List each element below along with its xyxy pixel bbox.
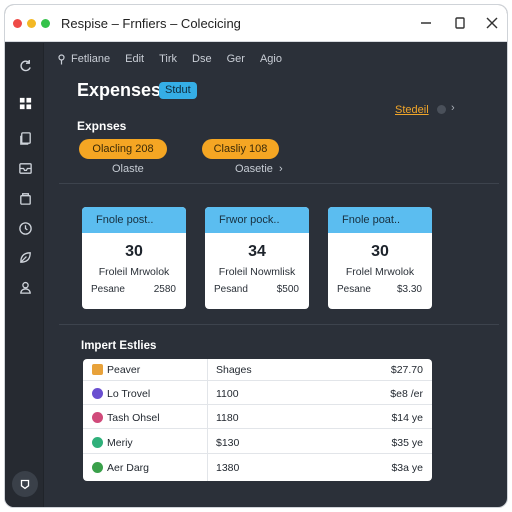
row-value: Shages (216, 364, 252, 376)
help-icon[interactable] (12, 471, 38, 497)
filter-button-2[interactable]: Clasliy 108 (202, 139, 279, 159)
category-icon (92, 462, 103, 473)
copy-icon[interactable] (14, 127, 36, 149)
minimize-icon[interactable] (417, 14, 435, 32)
sidebar (5, 43, 44, 507)
table-row[interactable]: Lo Trovel 1100 $e8 /er (83, 383, 432, 405)
row-amount: $14 ye (391, 412, 423, 424)
row-amount: $e8 /er (390, 388, 423, 400)
row-name: Meriy (107, 437, 133, 449)
person-icon[interactable] (14, 276, 36, 298)
box-icon[interactable] (14, 187, 36, 209)
expenses-table: Peaver Shages $27.70 Lo Trovel 1100 $e8 … (83, 359, 432, 481)
menu-item-agio[interactable]: Agio (260, 51, 282, 67)
chevron-right-icon[interactable]: › (451, 102, 455, 114)
refresh-icon[interactable] (14, 55, 36, 77)
menu-item-tirk[interactable]: Tirk (159, 51, 177, 67)
row-value: 1180 (216, 412, 239, 424)
card-footer-label: Pesane (91, 284, 125, 295)
inbox-icon[interactable] (14, 157, 36, 179)
category-icon (92, 364, 103, 375)
menu-item-file[interactable]: Fetliane (57, 51, 110, 67)
card-footer-label: Pesane (337, 284, 371, 295)
category-icon (92, 412, 103, 423)
filter-sub-label-2[interactable]: Oasetie › (235, 163, 283, 175)
summary-card[interactable]: Fnole poat.. 30 Frolel Mrwolok Pesane $3… (328, 207, 432, 309)
table-row[interactable]: Peaver Shages $27.70 (83, 359, 432, 381)
menu-item-edit[interactable]: Edit (125, 51, 144, 67)
summary-card[interactable]: Fnole post.. 30 Froleil Mrwolok Pesane 2… (82, 207, 186, 309)
card-subtitle: Froleil Mrwolok (98, 266, 170, 278)
menu-item-ger[interactable]: Ger (227, 51, 245, 67)
title-bar: Respise – Frnfiers – Colecicing (5, 5, 507, 42)
category-icon (92, 437, 103, 448)
divider (59, 324, 499, 325)
category-icon (92, 388, 103, 399)
pin-icon (58, 53, 65, 64)
card-value: 30 (125, 243, 143, 260)
divider (59, 183, 499, 184)
maximize-icon[interactable] (451, 14, 469, 32)
card-subtitle: Frolel Mrwolok (345, 266, 415, 278)
filter-sub-label-1[interactable]: Olaste (112, 163, 144, 175)
card-header: Fnole poat.. (328, 207, 432, 233)
card-value: 30 (371, 243, 389, 260)
chevron-right-icon: › (279, 163, 283, 175)
row-amount: $3a ye (391, 462, 423, 474)
page-title: Expenses (77, 80, 162, 100)
section-label: Expnses (77, 119, 127, 133)
summary-card[interactable]: Frwor pock.. 34 Froleil Nowmlisk Pesand … (205, 207, 309, 309)
row-value: 1100 (216, 388, 239, 400)
card-footer-value: 2580 (153, 284, 176, 295)
table-row[interactable]: Meriy $130 $35 ye (83, 432, 432, 454)
status-dot (437, 105, 446, 114)
row-amount: $27.70 (390, 364, 423, 376)
card-footer-value: $500 (276, 284, 299, 295)
row-name: Peaver (107, 364, 141, 376)
close-dot[interactable] (13, 19, 22, 28)
menu-item-dse[interactable]: Dse (192, 51, 212, 67)
card-footer-label: Pesand (214, 284, 248, 295)
row-value: $130 (216, 437, 240, 449)
leaf-icon[interactable] (14, 246, 36, 268)
window-title: Respise – Frnfiers – Colecicing (61, 16, 241, 31)
row-name: Lo Trovel (107, 388, 151, 400)
row-amount: $35 ye (391, 437, 423, 449)
card-header: Fnole post.. (82, 207, 186, 233)
app-window: Respise – Frnfiers – Colecicing Fetliane… (4, 4, 508, 508)
table-title: Impert Estlies (81, 340, 157, 352)
status-badge: Stdut (159, 82, 197, 99)
menu-item-label: Fetliane (71, 53, 111, 65)
filter-sub-text: Oasetie (235, 163, 273, 175)
card-value: 34 (248, 243, 266, 260)
row-name: Tash Ohsel (107, 412, 160, 424)
minimize-dot[interactable] (27, 19, 36, 28)
zoom-dot[interactable] (41, 19, 50, 28)
card-header: Frwor pock.. (205, 207, 309, 233)
close-icon[interactable] (483, 14, 501, 32)
row-name: Aer Darg (107, 462, 150, 474)
row-value: 1380 (216, 462, 240, 474)
filter-button-1[interactable]: Olacling 208 (79, 139, 167, 159)
clock-icon[interactable] (14, 217, 36, 239)
grid-icon[interactable] (14, 92, 36, 114)
card-footer-value: $3.30 (396, 284, 422, 295)
table-row[interactable]: Tash Ohsel 1180 $14 ye (83, 407, 432, 429)
card-subtitle: Froleil Nowmlisk (218, 266, 296, 278)
details-link[interactable]: Stedeil (395, 104, 429, 116)
menu-bar: Fetliane Edit Tirk Dse Ger Agio (57, 51, 282, 67)
table-row[interactable]: Aer Darg 1380 $3a ye (83, 457, 432, 479)
